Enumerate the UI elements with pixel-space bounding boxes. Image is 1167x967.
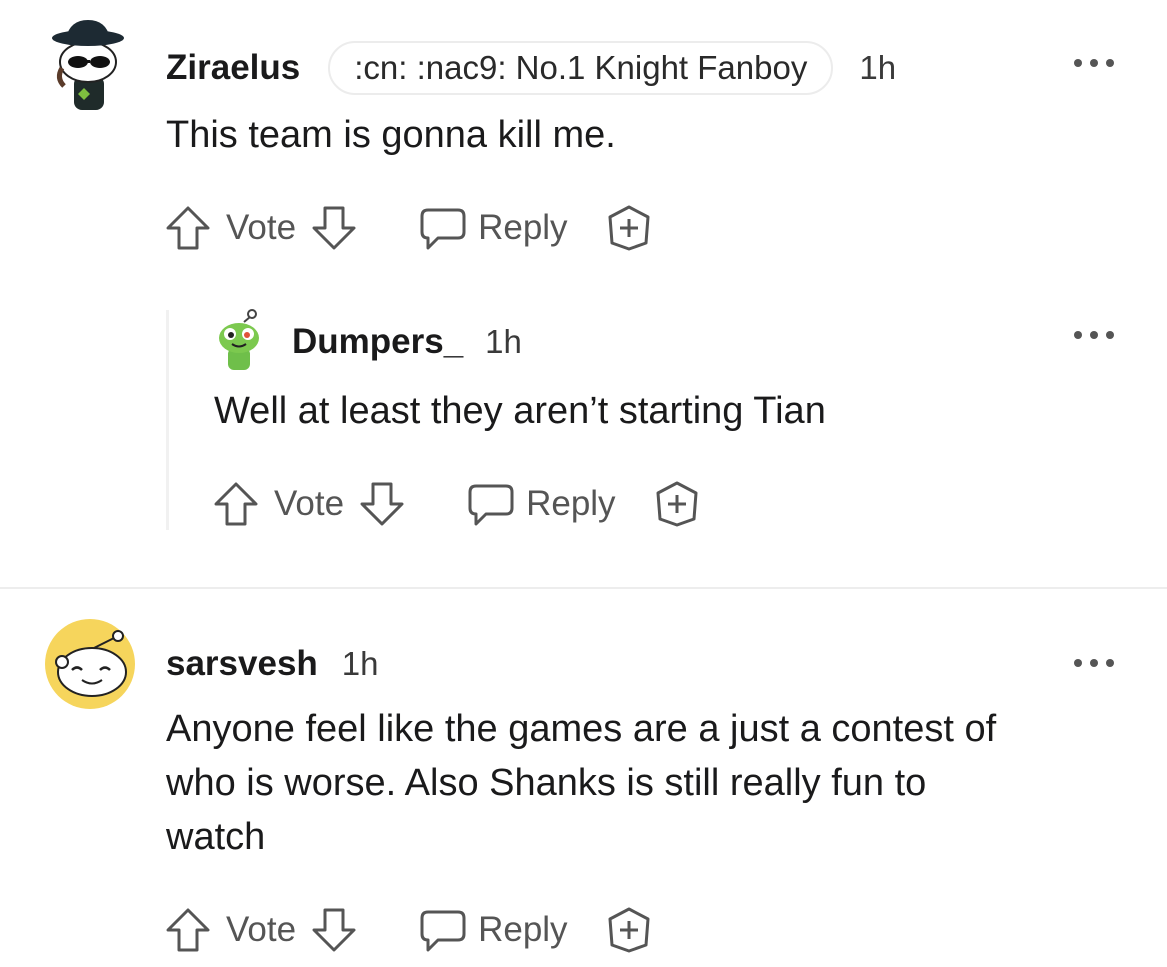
downvote-button[interactable] <box>310 906 358 954</box>
comment-divider <box>0 587 1167 589</box>
comment-actions: Vote Reply <box>164 902 654 958</box>
comment-body: Anyone feel like the games are a just a … <box>166 702 996 864</box>
reply-button[interactable]: Reply <box>418 906 568 954</box>
username[interactable]: Dumpers_ <box>292 322 463 362</box>
comment-header: Dumpers_ 1h <box>292 316 522 368</box>
arrow-up-icon <box>214 482 258 526</box>
more-options-icon[interactable] <box>1074 658 1114 668</box>
arrow-down-icon <box>312 206 356 250</box>
more-options-icon[interactable] <box>1074 58 1114 68</box>
reply-label: Reply <box>526 484 616 523</box>
reply-button[interactable]: Reply <box>418 204 568 252</box>
plus-badge-icon <box>608 907 650 953</box>
comment-body: This team is gonna kill me. <box>166 114 616 156</box>
arrow-down-icon <box>360 482 404 526</box>
speech-bubble-icon <box>420 910 466 952</box>
plus-badge-icon <box>608 205 650 251</box>
comment-actions: Vote Reply <box>212 476 702 532</box>
timestamp: 1h <box>859 49 897 86</box>
speech-bubble-icon <box>420 208 466 250</box>
thread-line[interactable] <box>166 310 169 530</box>
reply-label: Reply <box>478 910 568 949</box>
arrow-up-icon <box>166 908 210 952</box>
comment-body-line: who is worse. Also Shanks is still reall… <box>166 762 927 804</box>
user-flair: :cn: :nac9: No.1 Knight Fanboy <box>328 41 834 95</box>
username[interactable]: Ziraelus <box>166 48 300 88</box>
downvote-button[interactable] <box>310 204 358 252</box>
upvote-button[interactable] <box>164 906 212 954</box>
award-button[interactable] <box>604 203 654 253</box>
avatar-ziraelus[interactable] <box>48 18 126 114</box>
plus-badge-icon <box>656 481 698 527</box>
snoo-avatar-frog-icon <box>219 309 259 370</box>
username[interactable]: sarsvesh <box>166 644 318 684</box>
avatar-sarsvesh[interactable] <box>44 618 136 710</box>
avatar-dumpers[interactable] <box>214 308 264 372</box>
arrow-up-icon <box>166 206 210 250</box>
award-button[interactable] <box>604 905 654 955</box>
snoo-avatar-yellow-icon <box>45 619 135 709</box>
comment-body-line: watch <box>166 816 266 858</box>
comment-header: sarsvesh 1h <box>166 638 379 690</box>
vote-label: Vote <box>226 910 297 949</box>
more-options-icon[interactable] <box>1074 330 1114 340</box>
comment-body-line: Anyone feel like the games are a just a … <box>166 708 997 750</box>
timestamp: 1h <box>485 323 522 360</box>
reply-label: Reply <box>478 208 568 247</box>
timestamp: 1h <box>341 645 379 682</box>
comment-header: Ziraelus :cn: :nac9: No.1 Knight Fanboy … <box>166 40 896 96</box>
award-button[interactable] <box>652 479 702 529</box>
comment-actions: Vote Reply <box>164 200 654 256</box>
upvote-button[interactable] <box>212 480 260 528</box>
reply-button[interactable]: Reply <box>466 480 616 528</box>
downvote-button[interactable] <box>358 480 406 528</box>
comment-body: Well at least they aren’t starting Tian <box>214 390 826 432</box>
vote-label: Vote <box>226 208 297 247</box>
vote-label: Vote <box>274 484 345 523</box>
speech-bubble-icon <box>468 484 514 526</box>
snoo-avatar-hat-icon <box>52 20 124 110</box>
upvote-button[interactable] <box>164 204 212 252</box>
arrow-down-icon <box>312 908 356 952</box>
